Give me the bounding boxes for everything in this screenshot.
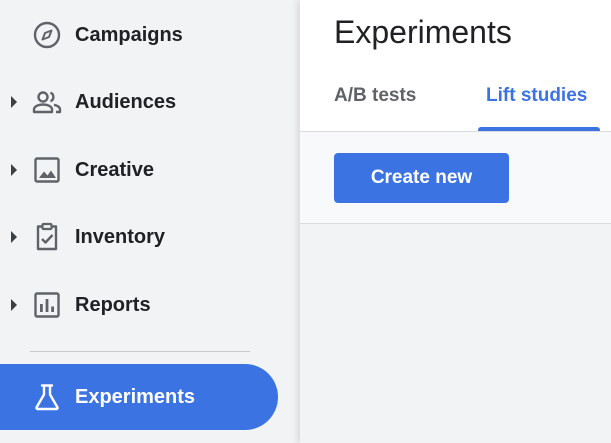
expand-arrow-icon[interactable] — [11, 96, 17, 108]
tab-lift-studies[interactable]: Lift studies — [486, 85, 587, 131]
create-new-button[interactable]: Create new — [334, 153, 509, 203]
clipboard-check-icon — [36, 222, 58, 251]
main-panel: Experiments A/B tests Lift studies Creat… — [300, 0, 611, 443]
sidebar-item-label: Experiments — [75, 385, 196, 408]
sidebar-item-label: Creative — [75, 158, 154, 181]
compass-icon — [33, 21, 61, 49]
bar-chart-icon — [34, 292, 60, 318]
sidebar-item-creative[interactable]: Creative — [0, 137, 278, 203]
active-tab-indicator — [478, 127, 600, 131]
sidebar-item-campaigns[interactable]: Campaigns — [0, 2, 278, 68]
sidebar-item-label: Reports — [75, 293, 151, 316]
sidebar-item-label: Inventory — [75, 225, 166, 248]
toolbar: Create new — [300, 132, 611, 224]
expand-arrow-icon[interactable] — [11, 164, 17, 176]
sidebar-item-label: Campaigns — [75, 23, 183, 46]
expand-arrow-icon[interactable] — [11, 299, 17, 311]
sidebar-item-reports[interactable]: Reports — [0, 272, 278, 338]
flask-icon — [35, 384, 59, 411]
sidebar-item-experiments[interactable]: Experiments — [0, 364, 278, 430]
expand-arrow-icon[interactable] — [11, 231, 17, 243]
page-title: Experiments — [334, 14, 512, 50]
image-icon — [34, 157, 60, 183]
sidebar-item-inventory[interactable]: Inventory — [0, 204, 278, 270]
sidebar-divider — [30, 351, 250, 352]
page-header: Experiments A/B tests Lift studies — [300, 0, 611, 132]
people-icon — [32, 91, 62, 114]
tab-ab-tests[interactable]: A/B tests — [334, 85, 416, 131]
sidebar: Campaigns Audiences Creative Inventory R… — [0, 0, 300, 443]
sidebar-item-label: Audiences — [75, 90, 177, 113]
sidebar-item-audiences[interactable]: Audiences — [0, 69, 278, 135]
